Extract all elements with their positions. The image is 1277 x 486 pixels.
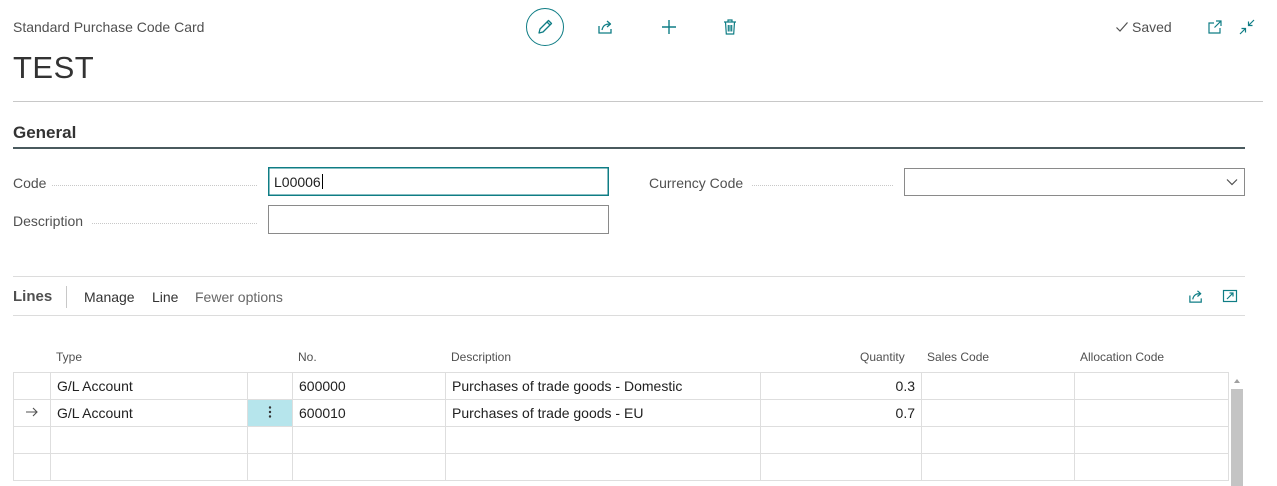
arrow-right-icon <box>26 407 38 417</box>
lines-bottom-divider <box>13 315 1245 316</box>
quantity-cell[interactable]: 0.3 <box>760 372 922 400</box>
new-button[interactable] <box>658 16 680 38</box>
no-cell[interactable]: 600000 <box>292 372 446 400</box>
sales-code-cell[interactable] <box>921 372 1075 400</box>
pencil-icon <box>538 19 553 34</box>
currency-code-label: Currency Code <box>649 175 744 191</box>
edit-button[interactable] <box>526 8 564 46</box>
sales-code-cell[interactable] <box>921 399 1075 427</box>
description-cell[interactable]: Purchases of trade goods - EU <box>445 399 761 427</box>
no-cell[interactable] <box>292 426 446 454</box>
column-header-type[interactable]: Type <box>56 350 82 364</box>
type-cell[interactable]: G/L Account <box>50 399 248 427</box>
chevron-down-icon <box>1226 179 1238 186</box>
plus-icon <box>662 20 676 34</box>
type-cell[interactable]: G/L Account <box>50 372 248 400</box>
table-row[interactable]: G/L Account 600000 Purchases of trade go… <box>13 372 1229 400</box>
code-label: Code <box>13 175 47 191</box>
quantity-cell[interactable] <box>760 426 922 454</box>
text-caret <box>321 174 323 189</box>
row-indicator-cell[interactable] <box>13 426 51 454</box>
share-icon <box>1188 289 1202 303</box>
row-menu-cell[interactable] <box>247 372 293 400</box>
column-header-description[interactable]: Description <box>451 350 511 364</box>
scrollbar-thumb[interactable] <box>1231 389 1243 486</box>
lines-separator <box>66 286 67 308</box>
lines-top-divider <box>13 276 1245 277</box>
header-divider <box>13 101 1263 102</box>
general-section-divider <box>13 147 1245 149</box>
row-menu-cell[interactable] <box>247 453 293 481</box>
column-header-no[interactable]: No. <box>298 350 317 364</box>
allocation-code-cell[interactable] <box>1074 453 1229 481</box>
column-header-quantity[interactable]: Quantity <box>860 350 905 364</box>
sales-code-cell[interactable] <box>921 453 1075 481</box>
currency-code-leader-dots <box>752 184 893 186</box>
collapse-icon <box>1239 19 1255 35</box>
lines-grid: G/L Account 600000 Purchases of trade go… <box>13 372 1229 481</box>
table-row[interactable] <box>13 426 1229 454</box>
scroll-up-button[interactable] <box>1231 374 1243 386</box>
column-header-sales-code[interactable]: Sales Code <box>927 350 989 364</box>
quantity-cell[interactable]: 0.7 <box>760 399 922 427</box>
open-new-window-button[interactable] <box>1205 17 1225 37</box>
triangle-up-icon <box>1234 379 1240 383</box>
description-leader-dots <box>92 222 257 224</box>
description-cell[interactable] <box>445 453 761 481</box>
row-menu-cell[interactable] <box>247 399 293 427</box>
page-caption: Standard Purchase Code Card <box>13 19 205 35</box>
share-button[interactable] <box>595 16 617 38</box>
type-cell[interactable] <box>50 426 248 454</box>
column-header-allocation-code[interactable]: Allocation Code <box>1080 350 1164 364</box>
more-options-icon[interactable] <box>267 405 273 419</box>
trash-icon <box>724 19 736 35</box>
open-new-window-icon <box>1208 20 1222 34</box>
code-field[interactable]: L00006 <box>268 167 609 196</box>
lines-expand-button[interactable] <box>1220 287 1240 305</box>
row-menu-cell[interactable] <box>247 426 293 454</box>
no-cell[interactable] <box>292 453 446 481</box>
row-indicator-cell[interactable] <box>13 453 51 481</box>
no-cell[interactable]: 600010 <box>292 399 446 427</box>
description-label: Description <box>13 213 84 229</box>
lines-share-button[interactable] <box>1186 287 1206 305</box>
line-action[interactable]: Line <box>152 289 178 305</box>
row-indicator-cell[interactable] <box>13 372 51 400</box>
saved-status: Saved <box>1115 19 1172 35</box>
allocation-code-cell[interactable] <box>1074 399 1229 427</box>
description-field[interactable] <box>268 205 609 234</box>
checkmark-icon <box>1116 22 1128 32</box>
row-indicator-cell[interactable] <box>13 399 51 427</box>
expand-icon <box>1222 289 1238 303</box>
code-leader-dots <box>52 184 257 186</box>
collapse-button[interactable] <box>1237 17 1257 37</box>
fewer-options-action[interactable]: Fewer options <box>195 289 283 305</box>
currency-code-select[interactable] <box>904 168 1245 196</box>
delete-button[interactable] <box>719 16 741 38</box>
lines-title[interactable]: Lines <box>13 288 52 305</box>
allocation-code-cell[interactable] <box>1074 426 1229 454</box>
share-icon <box>598 20 612 34</box>
sales-code-cell[interactable] <box>921 426 1075 454</box>
table-row[interactable] <box>13 453 1229 481</box>
table-row[interactable]: G/L Account 600010 Purchases of trade go… <box>13 399 1229 427</box>
quantity-cell[interactable] <box>760 453 922 481</box>
description-cell[interactable] <box>445 426 761 454</box>
page-title: TEST <box>13 50 95 85</box>
manage-action[interactable]: Manage <box>84 289 135 305</box>
type-cell[interactable] <box>50 453 248 481</box>
code-field-value: L00006 <box>274 173 321 190</box>
general-section-title[interactable]: General <box>13 123 76 143</box>
description-cell[interactable]: Purchases of trade goods - Domestic <box>445 372 761 400</box>
saved-label: Saved <box>1132 19 1172 35</box>
allocation-code-cell[interactable] <box>1074 372 1229 400</box>
